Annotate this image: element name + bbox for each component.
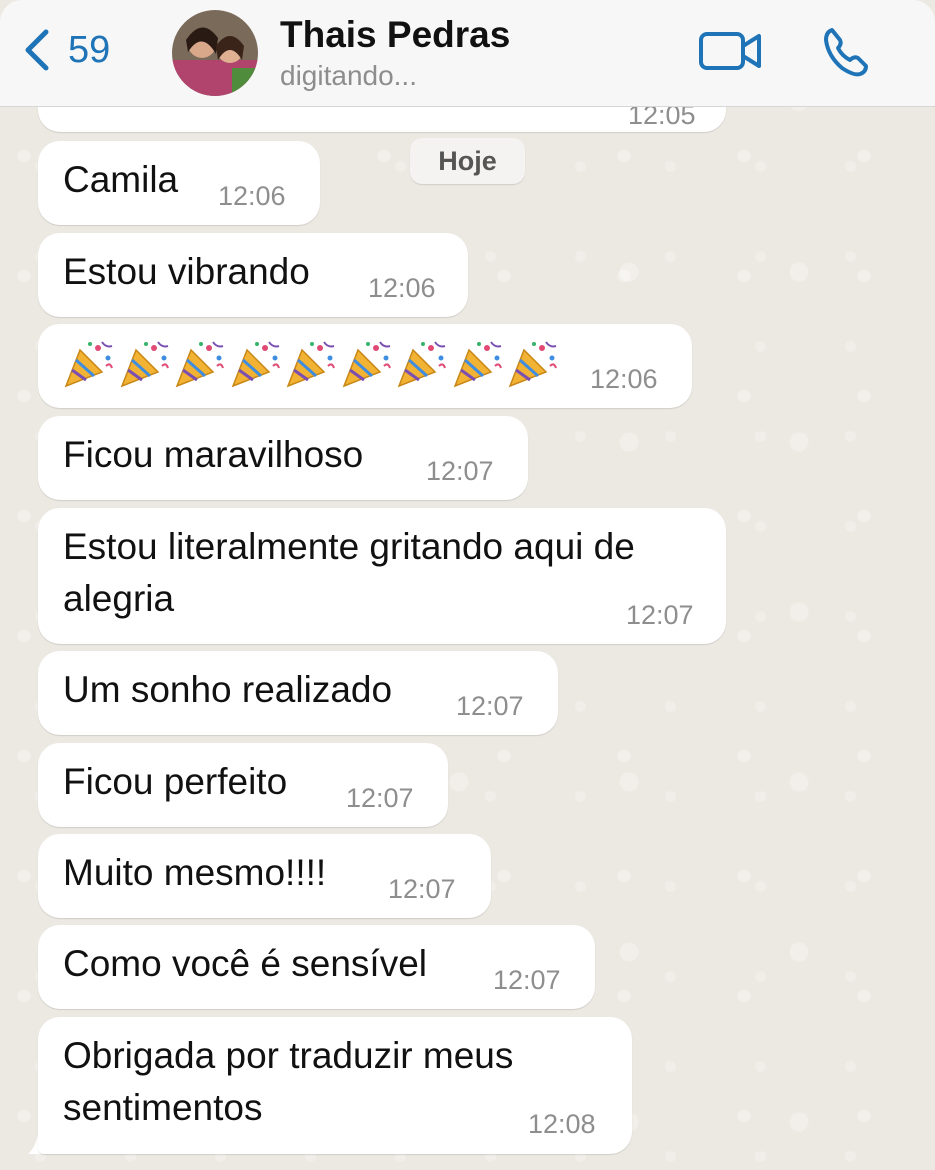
avatar[interactable] — [172, 10, 258, 96]
phone-icon[interactable] — [818, 24, 874, 80]
message-bubble[interactable]: Estou literalmente gritando aqui de aleg… — [38, 508, 726, 644]
video-call-icon[interactable] — [698, 28, 764, 74]
contact-name[interactable]: Thais Pedras — [280, 14, 510, 56]
party-popper-icon — [120, 341, 169, 388]
message-time: 12:07 — [426, 456, 494, 486]
message-bubble[interactable]: Um sonho realizado 12:07 — [38, 651, 558, 735]
message-text: Um sonho realizado — [63, 669, 393, 710]
back-button[interactable]: 59 — [18, 26, 110, 74]
date-separator: Hoje — [410, 138, 525, 184]
message-time: 12:07 — [626, 600, 694, 630]
message-bubble[interactable]: Obrigada por traduzir meus sentimentos 1… — [38, 1017, 632, 1154]
party-popper-icon — [231, 341, 280, 388]
message-text-line: sentimentos — [63, 1087, 263, 1128]
party-popper-icon — [342, 341, 391, 388]
message-text: Como você é sensível — [63, 943, 428, 984]
message-text-line: Obrigada por traduzir meus — [63, 1035, 514, 1076]
message-time: 12:06 — [368, 273, 436, 303]
party-popper-icon — [286, 341, 335, 388]
chevron-left-icon — [25, 29, 49, 71]
message-time: 12:06 — [218, 181, 286, 211]
party-popper-icon — [508, 341, 557, 388]
message-bubble[interactable]: Muito mesmo!!!! 12:07 — [38, 834, 491, 918]
message-time: 12:08 — [528, 1109, 596, 1139]
message-time: 12:07 — [388, 874, 456, 904]
message-time: 12:07 — [493, 965, 561, 995]
message-text: Muito mesmo!!!! — [63, 852, 327, 893]
message-text-line: alegria — [63, 578, 175, 619]
typing-status: digitando... — [280, 60, 417, 91]
message-bubble[interactable]: Como você é sensível 12:07 — [38, 925, 595, 1009]
message-time: 12:07 — [346, 783, 414, 813]
party-popper-icon — [175, 341, 224, 388]
message-time: 12:07 — [456, 691, 524, 721]
message-bubble[interactable]: Ficou maravilhoso 12:07 — [38, 416, 528, 500]
message-bubble[interactable]: Camila 12:06 — [38, 141, 320, 225]
message-text: Ficou perfeito — [63, 761, 288, 802]
party-popper-icon — [397, 341, 446, 388]
message-bubble[interactable]: Ficou perfeito 12:07 — [38, 743, 448, 827]
message-text: Ficou maravilhoso — [63, 434, 364, 475]
message-bubble[interactable]: 12:06 — [38, 324, 692, 408]
chat-header: 59 Thais Pedras digitando... — [0, 0, 935, 107]
message-bubble[interactable]: Estou vibrando 12:06 — [38, 233, 468, 317]
message-text: Camila — [63, 159, 179, 200]
message-text-line: Estou literalmente gritando aqui de — [63, 526, 635, 567]
message-time: 12:06 — [590, 364, 658, 394]
party-popper-icon — [453, 341, 502, 388]
message-text: Estou vibrando — [63, 251, 310, 292]
unread-count: 59 — [68, 28, 111, 71]
party-popper-icon — [64, 341, 113, 388]
